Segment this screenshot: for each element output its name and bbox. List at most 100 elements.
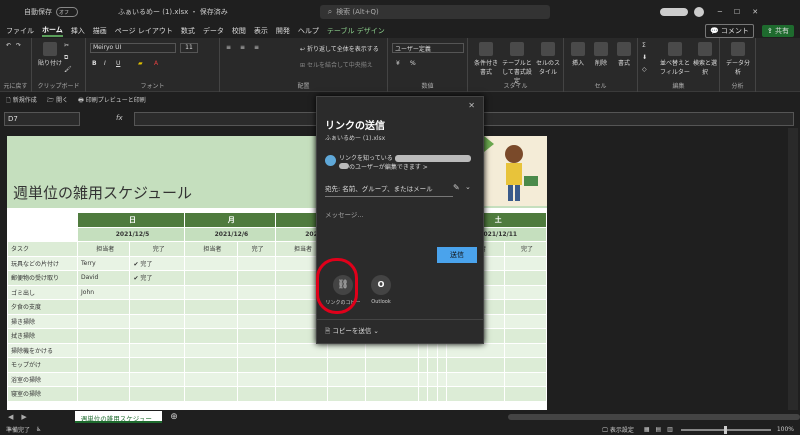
find-select-button[interactable]: 検索と選択 <box>692 42 718 76</box>
minimize-icon[interactable]: ─ <box>718 8 722 16</box>
assignee-header[interactable]: 担当者 <box>76 241 131 257</box>
schedule-cell[interactable] <box>184 328 238 344</box>
schedule-cell[interactable] <box>365 386 419 402</box>
font-color-icon[interactable]: A <box>154 60 158 67</box>
done-cell[interactable] <box>129 284 186 300</box>
dialog-close-icon[interactable]: ✕ <box>468 101 475 110</box>
done-header[interactable]: 完了 <box>503 241 547 257</box>
schedule-cell[interactable] <box>184 357 238 373</box>
schedule-cell[interactable] <box>184 284 238 300</box>
schedule-cell[interactable] <box>365 342 419 358</box>
task-name[interactable]: 掃き掃除 <box>7 313 78 329</box>
task-name[interactable]: 玩具などの片付け <box>7 255 78 271</box>
comments-button[interactable]: 💬 コメント <box>704 24 754 38</box>
tab-developer[interactable]: 開発 <box>276 26 290 36</box>
sort-filter-button[interactable]: 並べ替えとフィルター <box>660 42 690 76</box>
align-top-icon[interactable]: ≡ <box>226 44 231 51</box>
schedule-cell[interactable] <box>436 342 448 358</box>
schedule-cell[interactable] <box>503 284 547 300</box>
schedule-cell[interactable] <box>184 371 238 387</box>
schedule-cell[interactable] <box>446 386 505 402</box>
schedule-cell[interactable] <box>236 299 276 315</box>
data-analysis-button[interactable]: データ分析 <box>724 42 752 76</box>
horizontal-scrollbar[interactable] <box>507 414 800 420</box>
insert-cells-button[interactable]: 挿入 <box>568 42 588 67</box>
tab-file[interactable]: ファイル <box>6 26 34 36</box>
schedule-cell[interactable] <box>236 342 276 358</box>
share-button[interactable]: ⇪ 共有 <box>761 25 794 37</box>
qat-open-button[interactable]: 🗁 開く <box>47 95 68 106</box>
schedule-cell[interactable] <box>327 371 367 387</box>
tab-review[interactable]: 校閲 <box>232 26 246 36</box>
done-cell[interactable] <box>129 386 186 402</box>
task-name[interactable]: 拭き掃除 <box>7 328 78 344</box>
schedule-cell[interactable] <box>184 313 238 329</box>
schedule-cell[interactable] <box>327 386 367 402</box>
clear-icon[interactable]: ◇ <box>642 66 647 73</box>
task-name[interactable]: 掃除機をかける <box>7 342 78 358</box>
schedule-cell[interactable] <box>427 386 438 402</box>
schedule-cell[interactable] <box>417 342 429 358</box>
schedule-cell[interactable] <box>427 357 438 373</box>
schedule-cell[interactable] <box>184 270 238 286</box>
normal-view-icon[interactable]: ▦ <box>644 426 650 433</box>
task-header[interactable]: タスク <box>7 241 78 257</box>
task-name[interactable]: 寝室の掃除 <box>7 386 78 402</box>
font-name-select[interactable]: Meiryo UI <box>90 43 176 53</box>
schedule-cell[interactable] <box>236 357 276 373</box>
conditional-format-button[interactable]: 条件付き書式 <box>472 42 500 76</box>
tab-table-design[interactable]: テーブル デザイン <box>327 26 385 36</box>
format-painter-icon[interactable]: 🖌 <box>64 66 72 73</box>
close-icon[interactable]: ✕ <box>752 8 758 16</box>
schedule-cell[interactable] <box>184 386 238 402</box>
tab-home[interactable]: ホーム <box>42 25 63 37</box>
schedule-cell[interactable] <box>327 342 367 358</box>
page-layout-view-icon[interactable]: ▤ <box>656 426 662 433</box>
tab-data[interactable]: データ <box>203 26 224 36</box>
schedule-cell[interactable] <box>427 371 438 387</box>
redo-icon[interactable]: ↷ <box>16 42 21 49</box>
avatar[interactable] <box>659 8 688 16</box>
schedule-cell[interactable] <box>236 386 276 402</box>
schedule-cell[interactable] <box>427 342 438 358</box>
undo-icon[interactable]: ↶ <box>6 42 11 49</box>
done-cell[interactable] <box>129 371 186 387</box>
name-box[interactable]: D7 <box>4 112 80 126</box>
schedule-cell[interactable] <box>503 270 547 286</box>
zoom-slider-thumb[interactable] <box>723 425 727 434</box>
underline-button[interactable]: U <box>116 60 120 67</box>
assignee-cell[interactable] <box>76 371 131 387</box>
task-name[interactable]: ゴミ出し <box>7 284 78 300</box>
copy-icon[interactable]: ⧉ <box>64 54 68 62</box>
fill-color-icon[interactable]: ▰ <box>138 60 143 67</box>
message-input[interactable]: メッセージ... <box>325 209 364 219</box>
schedule-cell[interactable] <box>365 371 419 387</box>
schedule-cell[interactable] <box>184 255 238 271</box>
vertical-scrollbar[interactable] <box>788 128 798 410</box>
tab-draw[interactable]: 描画 <box>93 26 107 36</box>
bold-button[interactable]: B <box>92 60 97 67</box>
cell-styles-button[interactable]: セルのスタイル <box>534 42 562 76</box>
schedule-cell[interactable] <box>274 342 329 358</box>
assignee-cell[interactable]: Terry <box>76 255 131 271</box>
maximize-icon[interactable]: ☐ <box>734 8 740 16</box>
done-cell[interactable] <box>129 299 186 315</box>
schedule-cell[interactable] <box>503 386 547 402</box>
qat-print-preview-button[interactable]: 🖶 印刷プレビューと印刷 <box>78 95 146 106</box>
assignee-cell[interactable]: John <box>76 284 131 300</box>
tab-insert[interactable]: 挿入 <box>71 26 85 36</box>
done-cell[interactable] <box>129 357 186 373</box>
schedule-cell[interactable] <box>503 299 547 315</box>
autosum-icon[interactable]: Σ <box>642 42 646 49</box>
done-header[interactable]: 完了 <box>236 241 276 257</box>
schedule-cell[interactable] <box>327 357 367 373</box>
format-as-table-button[interactable]: テーブルとして書式設定 <box>502 42 532 85</box>
assignee-cell[interactable] <box>76 328 131 344</box>
schedule-cell[interactable] <box>417 357 429 373</box>
done-cell[interactable]: ✔ 完了 <box>129 270 186 286</box>
done-header[interactable]: 完了 <box>129 241 186 257</box>
percent-icon[interactable]: % <box>410 60 416 67</box>
schedule-cell[interactable] <box>417 371 429 387</box>
schedule-cell[interactable] <box>446 342 505 358</box>
prev-sheet-icon[interactable]: ◀ <box>8 413 13 421</box>
